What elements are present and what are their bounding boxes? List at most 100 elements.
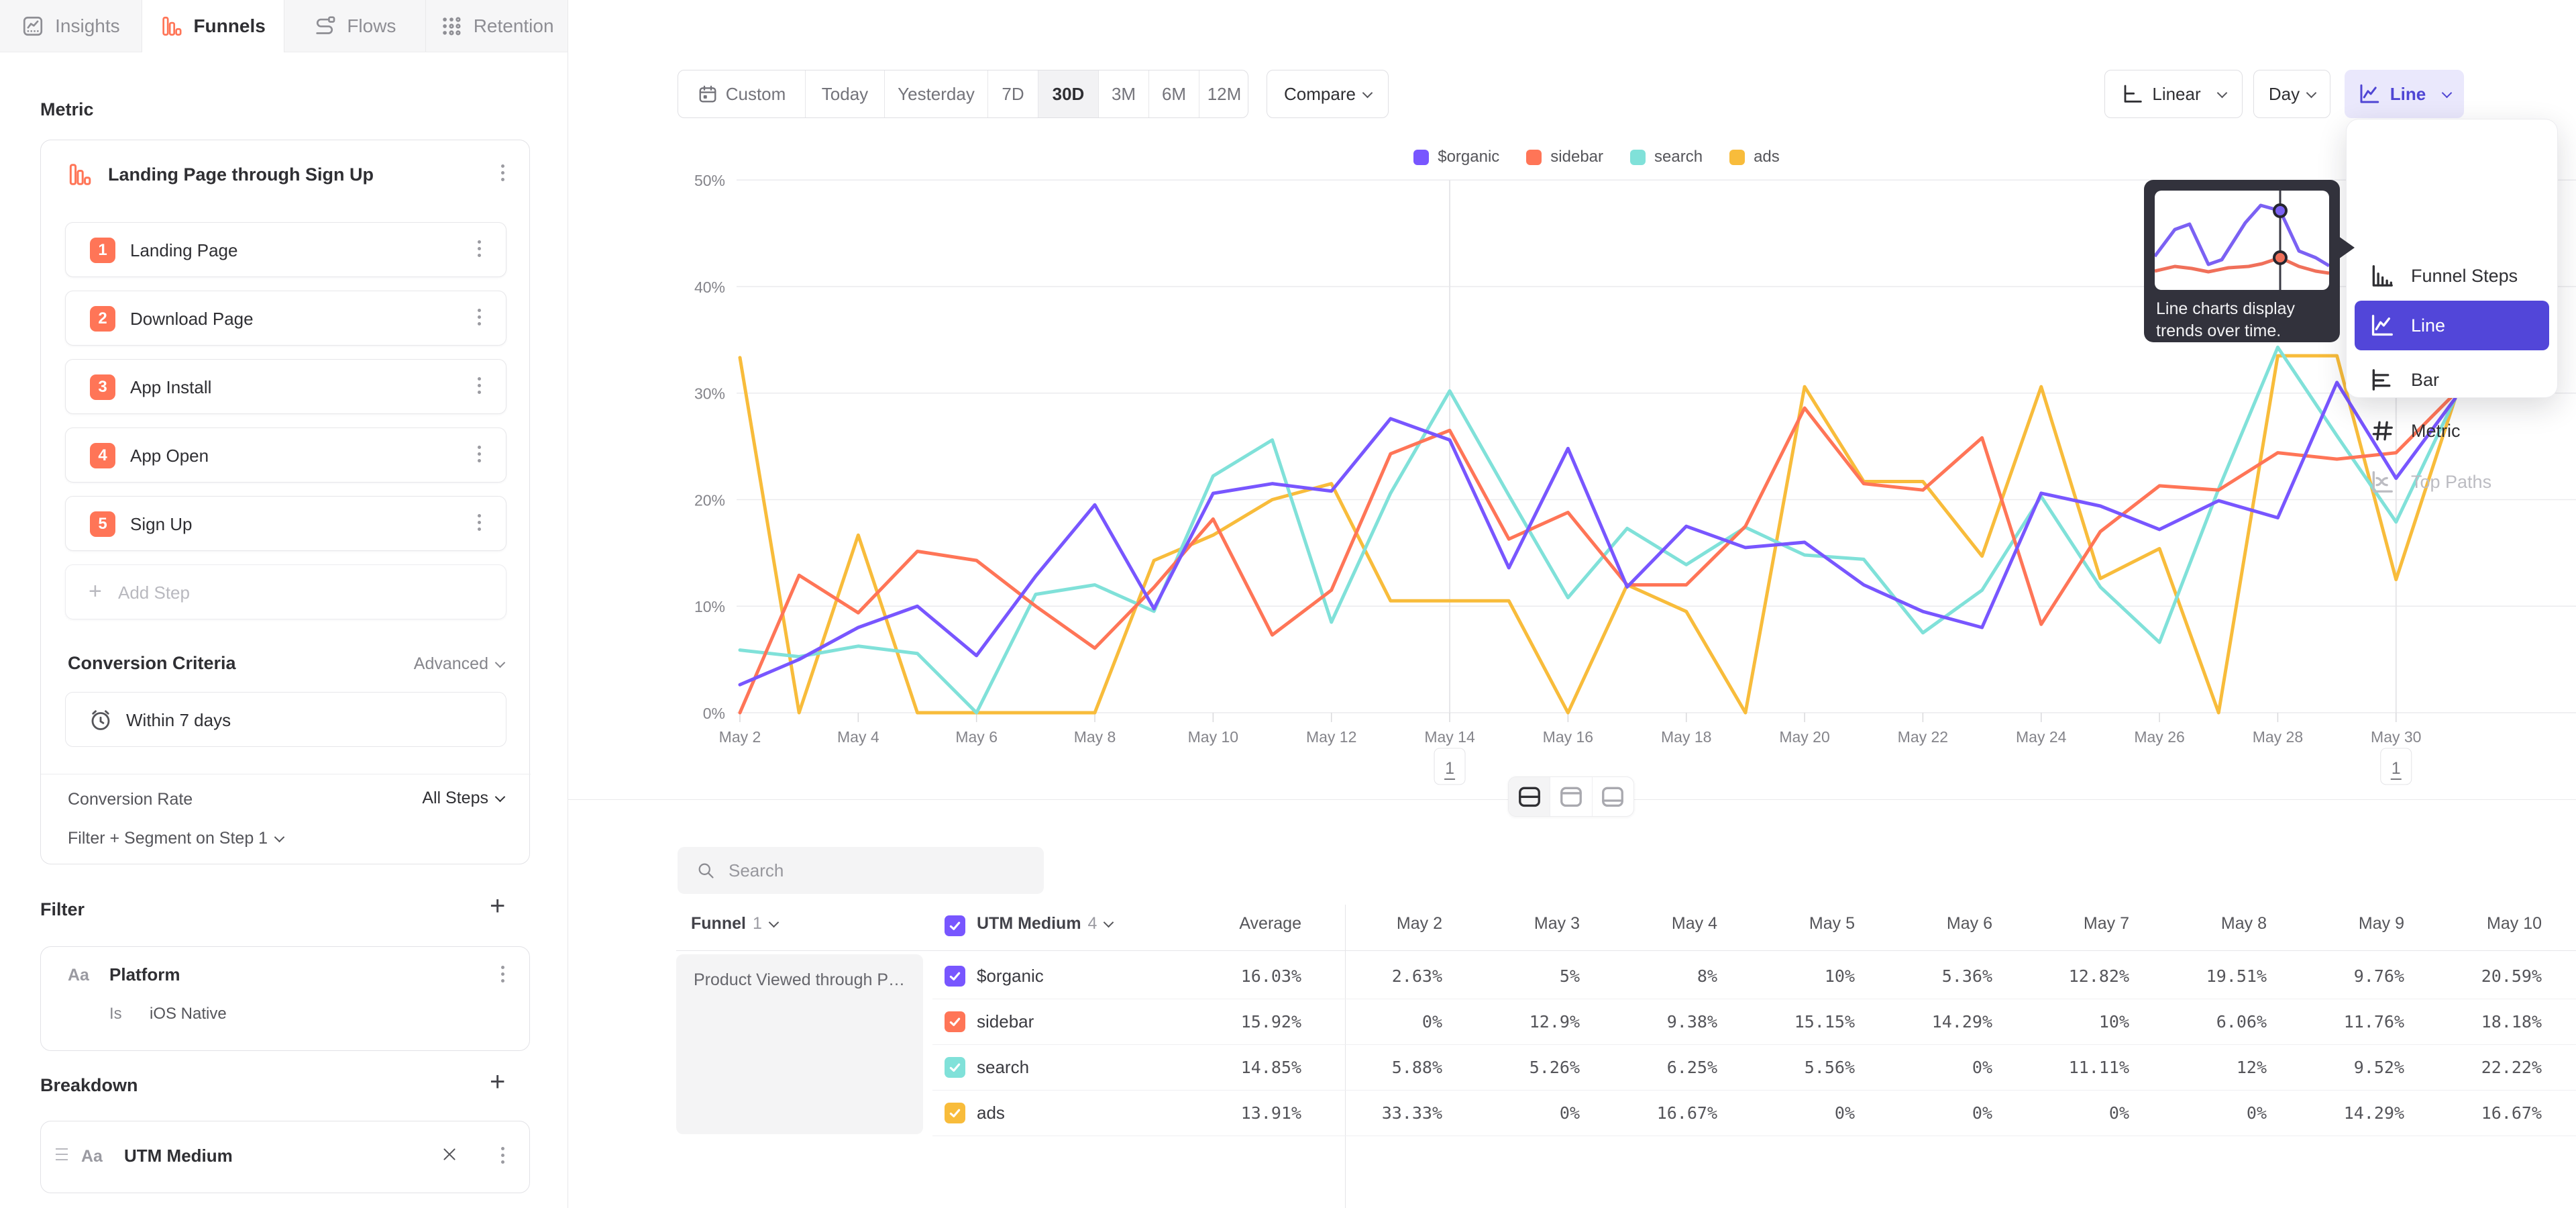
date-column-header: May 3 — [1466, 914, 1580, 934]
cell-value: 0% — [2015, 1103, 2129, 1123]
date-range-7d[interactable]: 7D — [988, 70, 1038, 117]
y-axis-tick-label: 20% — [694, 491, 725, 509]
x-axis-tick-label: May 4 — [837, 728, 879, 746]
table-only-view-button[interactable] — [1593, 777, 1633, 816]
date-column-header: May 9 — [2290, 914, 2404, 934]
tab-insights[interactable]: Insights — [0, 0, 142, 52]
filter-operator[interactable]: Is — [109, 1005, 122, 1023]
tab-label: Insights — [55, 15, 120, 37]
metric-section-title: Metric — [40, 99, 94, 120]
cell-value: 6.25% — [1603, 1058, 1717, 1077]
chart-type-dropdown[interactable]: Line — [2345, 70, 2464, 118]
cell-value: 19.51% — [2153, 966, 2267, 986]
cell-value: 14.29% — [1878, 1012, 1992, 1031]
conversion-window-box[interactable]: Within 7 days — [65, 692, 506, 747]
y-axis-tick-label: 0% — [703, 705, 725, 722]
date-range-custom[interactable]: Custom — [678, 70, 806, 117]
cell-value: 11.11% — [2015, 1058, 2129, 1077]
chevron-down-icon — [2306, 87, 2317, 98]
menu-item-bar[interactable]: Bar — [2355, 356, 2549, 404]
line-chart-icon — [2358, 83, 2381, 105]
y-axis-tick-label: 30% — [694, 385, 725, 403]
x-axis-tick-label: May 24 — [2016, 728, 2067, 746]
add-step-button[interactable]: + Add Step — [65, 564, 506, 619]
menu-item-label: Bar — [2411, 370, 2439, 391]
add-breakdown-button[interactable]: + — [490, 1068, 505, 1095]
breakdown-card[interactable]: Aa UTM Medium — [40, 1121, 530, 1193]
conversion-rate-label: Conversion Rate — [68, 790, 193, 809]
series-line-organic — [740, 383, 2455, 685]
chart-only-view-button[interactable] — [1550, 777, 1592, 816]
date-range-12m[interactable]: 12M — [1199, 70, 1248, 117]
funnel-step-4[interactable]: 4 App Open — [65, 427, 506, 483]
step-label: Landing Page — [130, 240, 237, 261]
step-kebab-icon[interactable] — [476, 309, 482, 325]
funnel-column-header[interactable]: Funnel 1 — [691, 914, 777, 934]
step-label: Sign Up — [130, 514, 193, 535]
chart-type-tooltip: Line charts display trends over time. — [2144, 180, 2340, 342]
interval-dropdown[interactable]: Day — [2253, 70, 2330, 118]
funnel-col-label: Funnel — [691, 914, 746, 934]
tab-retention[interactable]: Retention — [426, 0, 568, 52]
chevron-down-icon — [274, 832, 285, 843]
row-separator — [932, 1090, 2576, 1091]
step-kebab-icon[interactable] — [476, 377, 482, 394]
x-axis-tick-label: May 12 — [1306, 728, 1356, 746]
menu-item-funnel-steps[interactable]: Funnel Steps — [2355, 252, 2549, 300]
x-axis-tick-label: May 2 — [719, 728, 761, 746]
cell-value: 33.33% — [1328, 1103, 1442, 1123]
breakdown-kebab-icon[interactable] — [500, 1147, 505, 1164]
step-kebab-icon[interactable] — [476, 514, 482, 531]
row-checkbox-search[interactable] — [945, 1057, 965, 1078]
filter-segment-dropdown[interactable]: Filter + Segment on Step 1 — [68, 829, 283, 848]
row-checkbox-ads[interactable] — [945, 1103, 965, 1123]
y-axis-tick-label: 50% — [694, 172, 725, 189]
menu-item-line[interactable]: Line — [2355, 301, 2549, 350]
add-filter-button[interactable]: + — [490, 893, 505, 919]
funnel-name-cell[interactable]: Product Viewed through P… — [676, 954, 923, 1134]
bar-icon — [2369, 367, 2395, 393]
cell-value: 0% — [1741, 1103, 1855, 1123]
breakdown-column-header[interactable]: UTM Medium 4 — [977, 914, 1112, 934]
series-line-sidebar — [740, 393, 2455, 713]
step-kebab-icon[interactable] — [476, 240, 482, 257]
row-checkbox-organic[interactable] — [945, 966, 965, 987]
split-view-button[interactable] — [1509, 777, 1550, 816]
search-placeholder: Search — [729, 860, 784, 881]
remove-breakdown-icon[interactable] — [441, 1146, 458, 1163]
cell-value: 6.06% — [2153, 1012, 2267, 1031]
funnel-step-2[interactable]: 2 Download Page — [65, 291, 506, 346]
x-axis-tick-label: May 18 — [1661, 728, 1711, 746]
date-range-today[interactable]: Today — [806, 70, 885, 117]
search-input[interactable]: Search — [678, 847, 1044, 894]
cell-value: 0% — [1466, 1103, 1580, 1123]
select-all-checkbox[interactable] — [945, 915, 965, 936]
row-checkbox-sidebar[interactable] — [945, 1011, 965, 1032]
filter-kebab-icon[interactable] — [500, 966, 505, 983]
all-steps-dropdown[interactable]: All Steps — [422, 789, 504, 808]
date-range-label: Yesterday — [898, 84, 975, 105]
funnel-step-5[interactable]: 5 Sign Up — [65, 496, 506, 551]
step-kebab-icon[interactable] — [476, 446, 482, 462]
drag-handle-icon[interactable] — [56, 1148, 68, 1160]
tab-flows[interactable]: Flows — [284, 0, 427, 52]
advanced-dropdown[interactable]: Advanced — [414, 654, 504, 674]
funnel-step-1[interactable]: 1 Landing Page — [65, 222, 506, 277]
date-range-3m[interactable]: 3M — [1099, 70, 1149, 117]
funnel-step-3[interactable]: 3 App Install — [65, 359, 506, 414]
date-range-30d[interactable]: 30D — [1038, 70, 1099, 117]
tab-funnels[interactable]: Funnels — [142, 0, 284, 53]
filter-card[interactable]: Aa Platform Is iOS Native — [40, 946, 530, 1051]
compare-button[interactable]: Compare — [1267, 70, 1389, 118]
filter-section-title: Filter — [40, 899, 85, 920]
date-range-yesterday[interactable]: Yesterday — [885, 70, 988, 117]
tooltip-text: Line charts display trends over time. — [2156, 298, 2332, 342]
menu-item-metric[interactable]: Metric — [2355, 407, 2549, 455]
filter-value[interactable]: iOS Native — [150, 1005, 227, 1023]
row-separator — [932, 1044, 2576, 1045]
metric-kebab-icon[interactable] — [500, 164, 505, 181]
date-range-6m[interactable]: 6M — [1149, 70, 1199, 117]
cell-value: 11.76% — [2290, 1012, 2404, 1031]
scale-dropdown[interactable]: Linear — [2104, 70, 2243, 118]
cell-value: 16.67% — [1603, 1103, 1717, 1123]
